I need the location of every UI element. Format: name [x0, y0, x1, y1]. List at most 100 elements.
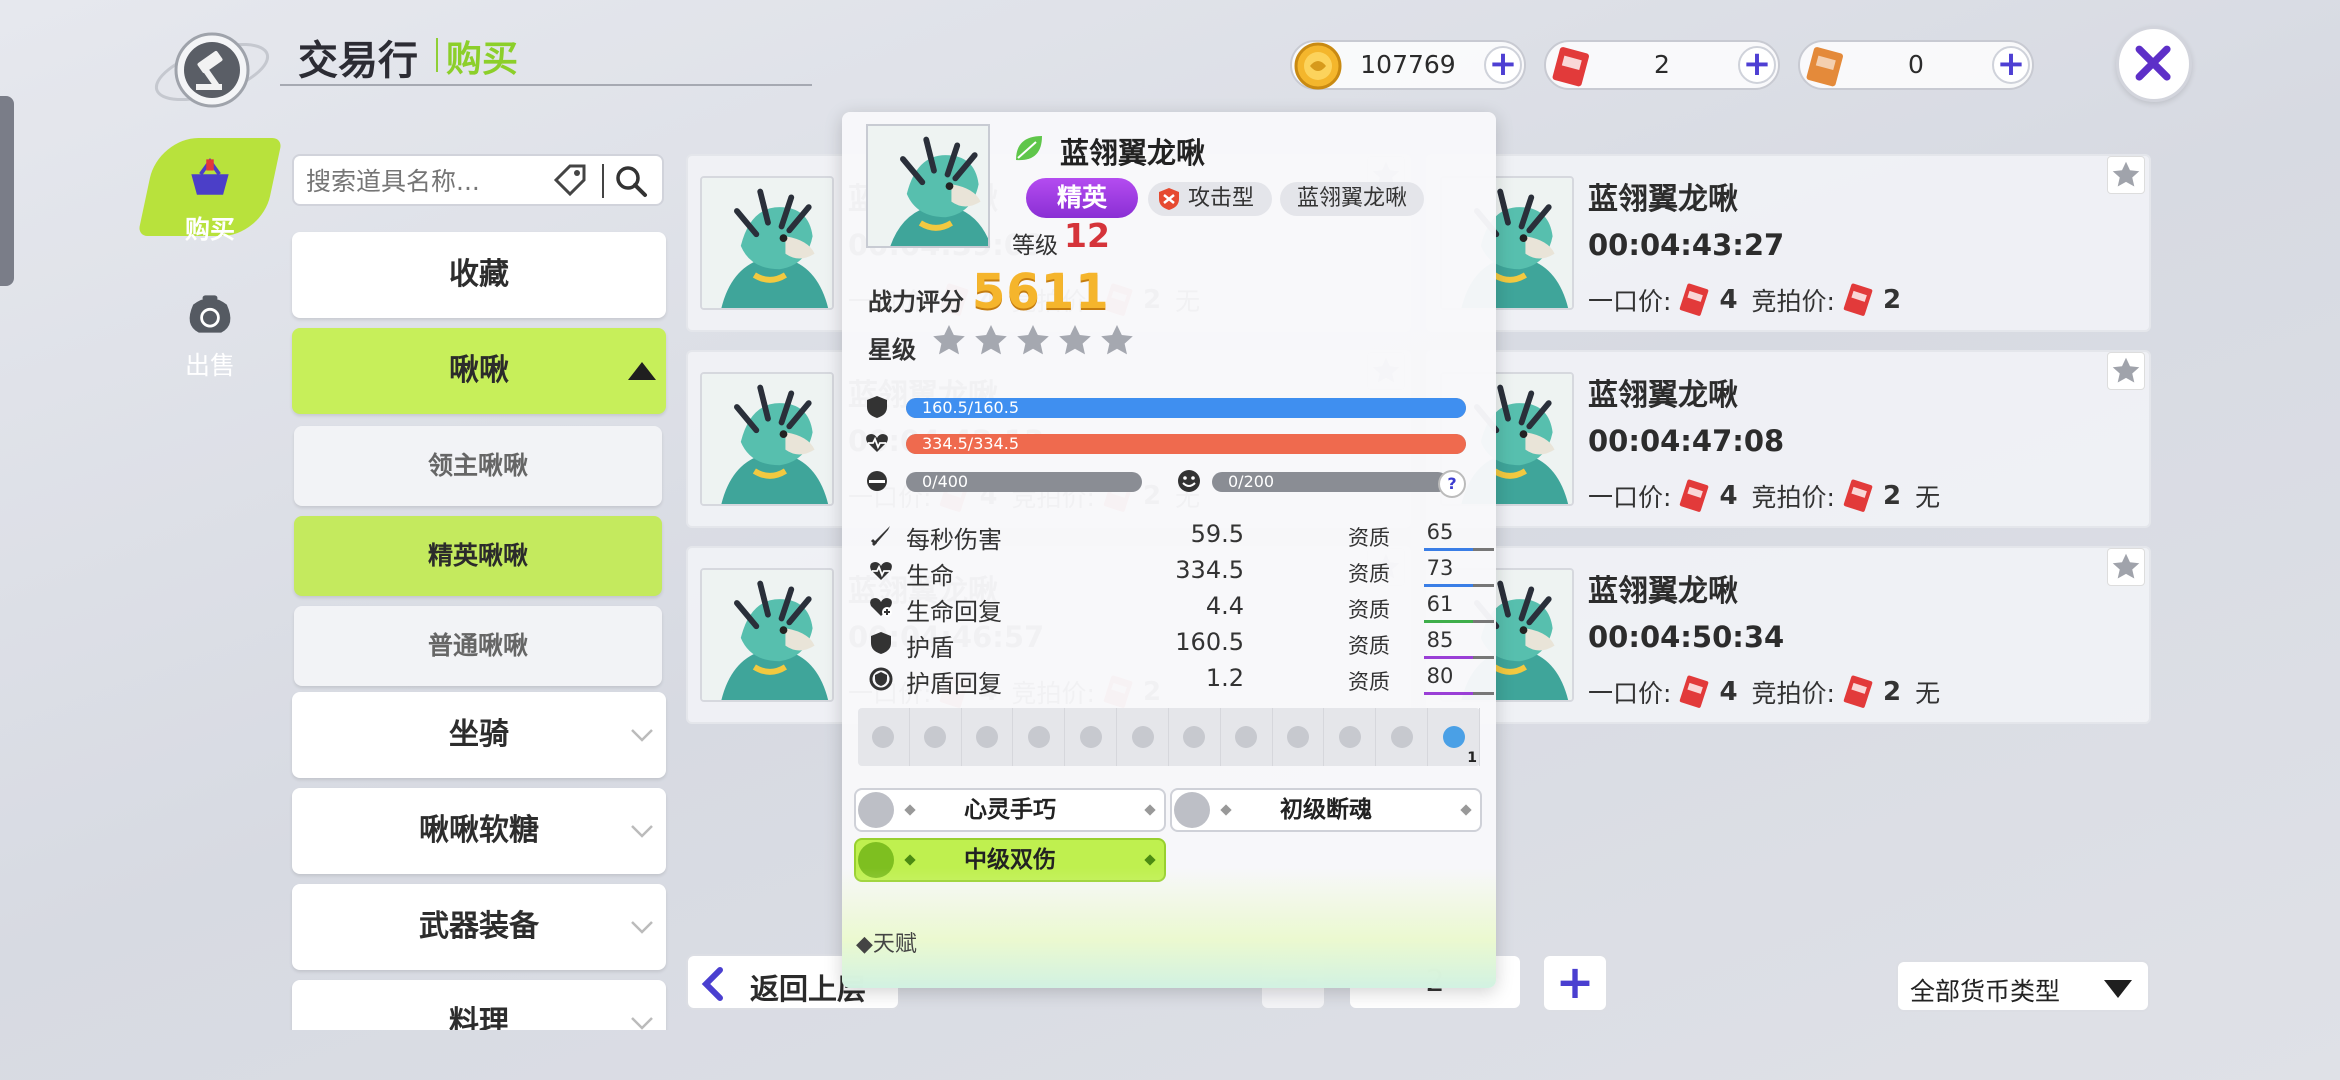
shield-icon — [871, 632, 891, 654]
hunger-bar-text: 0/400 — [922, 472, 969, 491]
skill-slot[interactable] — [1117, 708, 1169, 766]
page-next-button[interactable]: + — [1542, 954, 1608, 1012]
currency-gold: 107769 + — [1290, 40, 1526, 90]
red-ticket-icon — [1677, 674, 1713, 710]
category-pet-candy[interactable]: 啾啾软糖 — [292, 788, 666, 874]
skill-slot[interactable] — [1065, 708, 1118, 766]
collapse-triangle-icon — [628, 362, 656, 380]
berry-icon — [1183, 726, 1206, 748]
star-icon — [975, 325, 1007, 355]
hp-bar-row: 334.5/334.5 — [864, 430, 1474, 458]
listing-card[interactable]: 蓝翎翼龙啾 00:04:50:34 一口价: 4 竞拍价: 2 无 — [1426, 546, 2151, 724]
stat-value: 1.2 — [1205, 664, 1244, 692]
skill-slot[interactable] — [1376, 708, 1429, 766]
wind-icon — [1079, 726, 1102, 748]
category-favorites[interactable]: 收藏 — [292, 232, 666, 318]
leaf-element-icon — [1016, 136, 1042, 161]
skill-slot[interactable] — [910, 708, 962, 766]
jar-icon — [1442, 726, 1465, 748]
favorite-button[interactable] — [2107, 548, 2145, 586]
add-orange-ticket-button[interactable]: + — [1992, 46, 2030, 84]
skill-slot[interactable] — [1273, 708, 1325, 766]
category-mounts[interactable]: 坐骑 — [292, 692, 666, 778]
subcategory-normal-pets[interactable]: 普通啾啾 — [294, 606, 662, 686]
auction-gavel-logo-icon — [154, 32, 270, 108]
quality-value: 73 — [1426, 556, 1454, 580]
talent-section: ◆天赋 — [856, 932, 917, 957]
currency-red-ticket: 2 + — [1544, 40, 1780, 90]
hp-bar-text: 334.5/334.5 — [922, 434, 1019, 453]
quality-value: 80 — [1426, 664, 1454, 688]
money-bag-icon — [189, 295, 231, 333]
stat-row: 生命回复 4.4 资质 61 — [868, 590, 1494, 626]
tag-filter-icon[interactable] — [552, 164, 588, 198]
category-cooking[interactable]: 料理 — [292, 980, 666, 1030]
nav-buy[interactable]: 购买 — [160, 150, 260, 246]
listing-name: 蓝翎翼龙啾 — [1588, 574, 1738, 609]
star-icon — [1017, 325, 1049, 355]
skill-slot[interactable]: 1 — [1428, 708, 1480, 766]
ability-2[interactable]: 初级断魂 — [1170, 788, 1482, 832]
nav-sell[interactable]: 出售 — [160, 286, 260, 382]
bid-price: 2 — [1882, 677, 1902, 707]
subcategory-lord-pets[interactable]: 领主啾啾 — [294, 426, 662, 506]
star-rating — [930, 322, 1136, 360]
stat-value: 4.4 — [1205, 592, 1244, 620]
category-weapons[interactable]: 武器装备 — [292, 884, 666, 970]
pet-name: 蓝翎翼龙啾 — [1060, 136, 1206, 170]
orange-ticket-amount: 0 — [1908, 50, 1924, 79]
mood-bar-text: 0/200 — [1228, 472, 1275, 491]
side-pull-tab[interactable] — [0, 96, 14, 286]
red-ticket-icon — [1677, 282, 1713, 318]
gear-icon — [924, 726, 947, 748]
skill-slot[interactable] — [858, 708, 910, 766]
close-button[interactable] — [2116, 26, 2192, 102]
stat-value: 59.5 — [1190, 520, 1244, 548]
skill-slot-count: 1 — [1467, 750, 1477, 766]
skill-slot[interactable] — [1169, 708, 1221, 766]
favorite-button[interactable] — [2107, 156, 2145, 194]
water-icon — [1027, 726, 1050, 748]
subcategory-elite-pets[interactable]: 精英啾啾 — [294, 516, 662, 596]
dropdown-triangle-icon — [2104, 980, 2132, 998]
quality-underline — [1424, 620, 1494, 623]
stat-label: 护盾回复 — [906, 670, 1002, 698]
listing-thumbnail — [700, 176, 834, 310]
upgrade-arrow-icon — [1174, 792, 1210, 828]
shield-bar-row: 160.5/160.5 — [864, 394, 1474, 422]
search-input[interactable] — [306, 164, 566, 198]
talent-label: 天赋 — [872, 932, 917, 957]
skill-slot[interactable] — [1013, 708, 1066, 766]
help-button[interactable]: ? — [1438, 470, 1466, 498]
skill-slot[interactable] — [962, 708, 1014, 766]
skill-slot[interactable] — [1221, 708, 1273, 766]
listing-card[interactable]: 蓝翎翼龙啾 00:04:47:08 一口价: 4 竞拍价: 2 无 — [1426, 350, 2151, 528]
currency-filter-select[interactable]: 全部货币类型 — [1896, 960, 2150, 1012]
ability-2-label: 初级断魂 — [1280, 797, 1372, 823]
stars-label: 星级 — [868, 336, 916, 364]
favorite-button[interactable] — [2107, 352, 2145, 390]
hand-icon — [872, 726, 895, 748]
quality-value: 65 — [1426, 520, 1454, 544]
power-label: 战力评分 — [868, 288, 964, 316]
add-gold-button[interactable]: + — [1484, 46, 1522, 84]
ability-1[interactable]: 心灵手巧 — [854, 788, 1166, 832]
type-tag: 攻击型 — [1148, 182, 1272, 216]
stat-value: 334.5 — [1175, 556, 1244, 584]
category-pets[interactable]: 啾啾 — [292, 328, 666, 414]
heart-regen-icon — [870, 598, 892, 617]
star-icon — [1059, 325, 1091, 355]
gun-icon — [1390, 726, 1413, 748]
add-red-ticket-button[interactable]: + — [1738, 46, 1776, 84]
search-icon[interactable] — [612, 162, 650, 200]
heartbeat-icon — [866, 434, 888, 452]
listing-name: 蓝翎翼龙啾 — [1588, 182, 1738, 217]
star-icon — [2112, 161, 2140, 187]
rarity-badge: 精英 — [1026, 178, 1138, 218]
skill-slot[interactable] — [1324, 708, 1377, 766]
category-list[interactable]: 收藏 啾啾 领主啾啾 精英啾啾 普通啾啾 坐骑 啾啾软糖 武器装备 料理 — [280, 224, 680, 1030]
quality-underline — [1424, 548, 1494, 551]
listing-card[interactable]: 蓝翎翼龙啾 00:04:43:27 一口价: 4 竞拍价: 2 — [1426, 154, 2151, 332]
quality-value: 85 — [1426, 628, 1454, 652]
ability-1-label: 心灵手巧 — [964, 797, 1056, 823]
